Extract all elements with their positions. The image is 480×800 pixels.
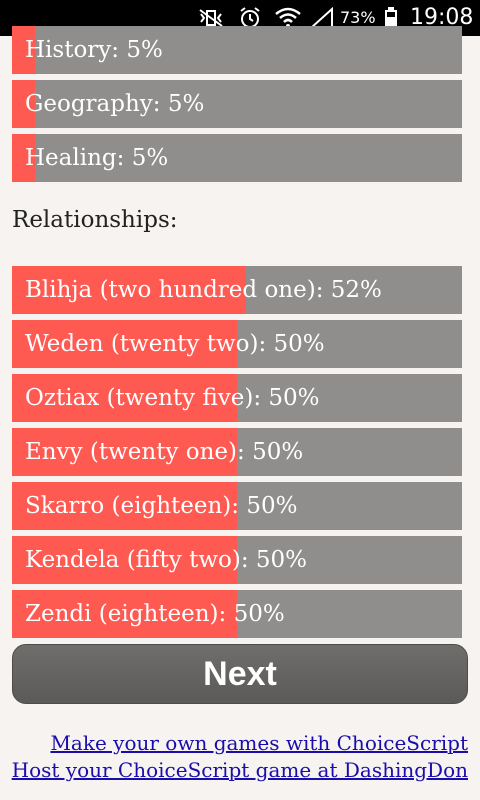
next-button[interactable]: Next xyxy=(12,644,468,704)
relationships-heading: Relationships: xyxy=(12,207,178,233)
relationship-bar-label: Kendela (fifty two): 50% xyxy=(25,547,308,573)
dashingdon-link[interactable]: Host your ChoiceScript game at DashingDo… xyxy=(12,757,468,784)
skill-bar-label: Geography: 5% xyxy=(25,91,205,117)
choicescript-link[interactable]: Make your own games with ChoiceScript xyxy=(12,730,468,757)
relationship-bar-envy: Envy (twenty one): 50% xyxy=(12,428,462,476)
skill-bar-history: History: 5% xyxy=(12,26,462,74)
relationship-bar-weden: Weden (twenty two): 50% xyxy=(12,320,462,368)
relationship-bar-label: Weden (twenty two): 50% xyxy=(25,331,325,357)
footer-links: Make your own games with ChoiceScript Ho… xyxy=(12,730,468,784)
relationship-bar-label: Blihja (two hundred one): 52% xyxy=(25,277,382,303)
relationship-bar-skarro: Skarro (eighteen): 50% xyxy=(12,482,462,530)
relationship-bar-kendela: Kendela (fifty two): 50% xyxy=(12,536,462,584)
skill-bar-label: History: 5% xyxy=(25,37,163,63)
skill-bar-label: Healing: 5% xyxy=(25,145,169,171)
relationship-bar-label: Envy (twenty one): 50% xyxy=(25,439,304,465)
skill-bar-healing: Healing: 5% xyxy=(12,134,462,182)
relationship-bar-label: Skarro (eighteen): 50% xyxy=(25,493,298,519)
relationship-bar-label: Zendi (eighteen): 50% xyxy=(25,601,285,627)
relationship-bar-oztiax: Oztiax (twenty five): 50% xyxy=(12,374,462,422)
relationship-bar-label: Oztiax (twenty five): 50% xyxy=(25,385,320,411)
skill-bar-geography: Geography: 5% xyxy=(12,80,462,128)
relationship-bar-blihja: Blihja (two hundred one): 52% xyxy=(12,266,462,314)
relationship-bar-zendi: Zendi (eighteen): 50% xyxy=(12,590,462,638)
